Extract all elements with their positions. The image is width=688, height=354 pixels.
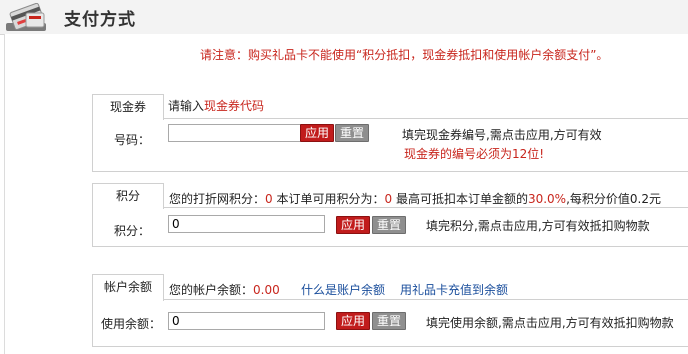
points-info-label: 您的打折网积分： [169, 192, 266, 206]
coupon-error: 现金券的编号必须为12位! [404, 147, 545, 161]
coupon-apply-button[interactable]: 应用 [300, 124, 334, 142]
coupon-prompt: 请输入现金券代码 [168, 97, 264, 114]
what-is-balance-link[interactable]: 什么是账户余额 [301, 281, 385, 298]
points-reset-button[interactable]: 重置 [372, 216, 406, 234]
balance-reset-button[interactable]: 重置 [372, 312, 406, 330]
points-input[interactable] [168, 215, 325, 233]
header-bar: 支付方式 [0, 0, 688, 35]
coupon-field-label: 号码： [114, 133, 151, 147]
points-apply-button[interactable]: 应用 [336, 216, 370, 234]
coupon-reset-button[interactable]: 重置 [335, 124, 369, 142]
balance-info-label: 您的帐户余额： [169, 283, 254, 297]
balance-field-label: 使用余额： [101, 317, 162, 331]
balance-apply-button[interactable]: 应用 [336, 312, 370, 330]
coupon-prompt-text: 请输入 [168, 99, 205, 113]
coupon-code-input[interactable] [168, 124, 301, 142]
points-max-value: 30.0% [527, 192, 567, 206]
balance-hint: 填完使用余额,需点击应用,方可有效抵扣购物款 [426, 316, 674, 330]
credit-card-icon [6, 3, 46, 31]
balance-info: 您的帐户余额：0.00 [169, 281, 280, 298]
page-title: 支付方式 [64, 10, 136, 30]
points-hint: 填完积分,需点击应用,方可有效抵扣购物款 [426, 219, 650, 233]
points-field-label: 积分： [114, 224, 151, 238]
points-usable-value: 0 [384, 192, 393, 206]
tab-points[interactable]: 积分 [92, 183, 164, 209]
points-balance-value: 0 [265, 192, 273, 206]
coupon-hint: 填完现金券编号,需点击应用,方可有效 [402, 128, 602, 142]
giftcard-topup-link[interactable]: 用礼品卡充值到余额 [400, 281, 508, 298]
tab-balance[interactable]: 帐户余额 [92, 274, 164, 301]
notice-text: 请注意：购买礼品卡不能使用“积分抵扣，现金券抵扣和使用帐户余额支付”。 [200, 48, 609, 62]
points-rate-text: ,每积分价值0.2元 [566, 192, 661, 206]
coupon-code-link[interactable]: 现金券代码 [204, 99, 264, 113]
balance-value: 0.00 [253, 283, 280, 297]
points-max-label: 最高可抵扣本订单金额的 [392, 192, 528, 206]
balance-input[interactable] [168, 312, 325, 330]
tab-coupon[interactable]: 现金券 [92, 94, 164, 120]
points-info: 您的打折网积分：0 本订单可用积分为：0 最高可抵扣本订单金额的30.0%,每积… [169, 190, 661, 207]
points-usable-label: 本订单可用积分为： [272, 192, 385, 206]
